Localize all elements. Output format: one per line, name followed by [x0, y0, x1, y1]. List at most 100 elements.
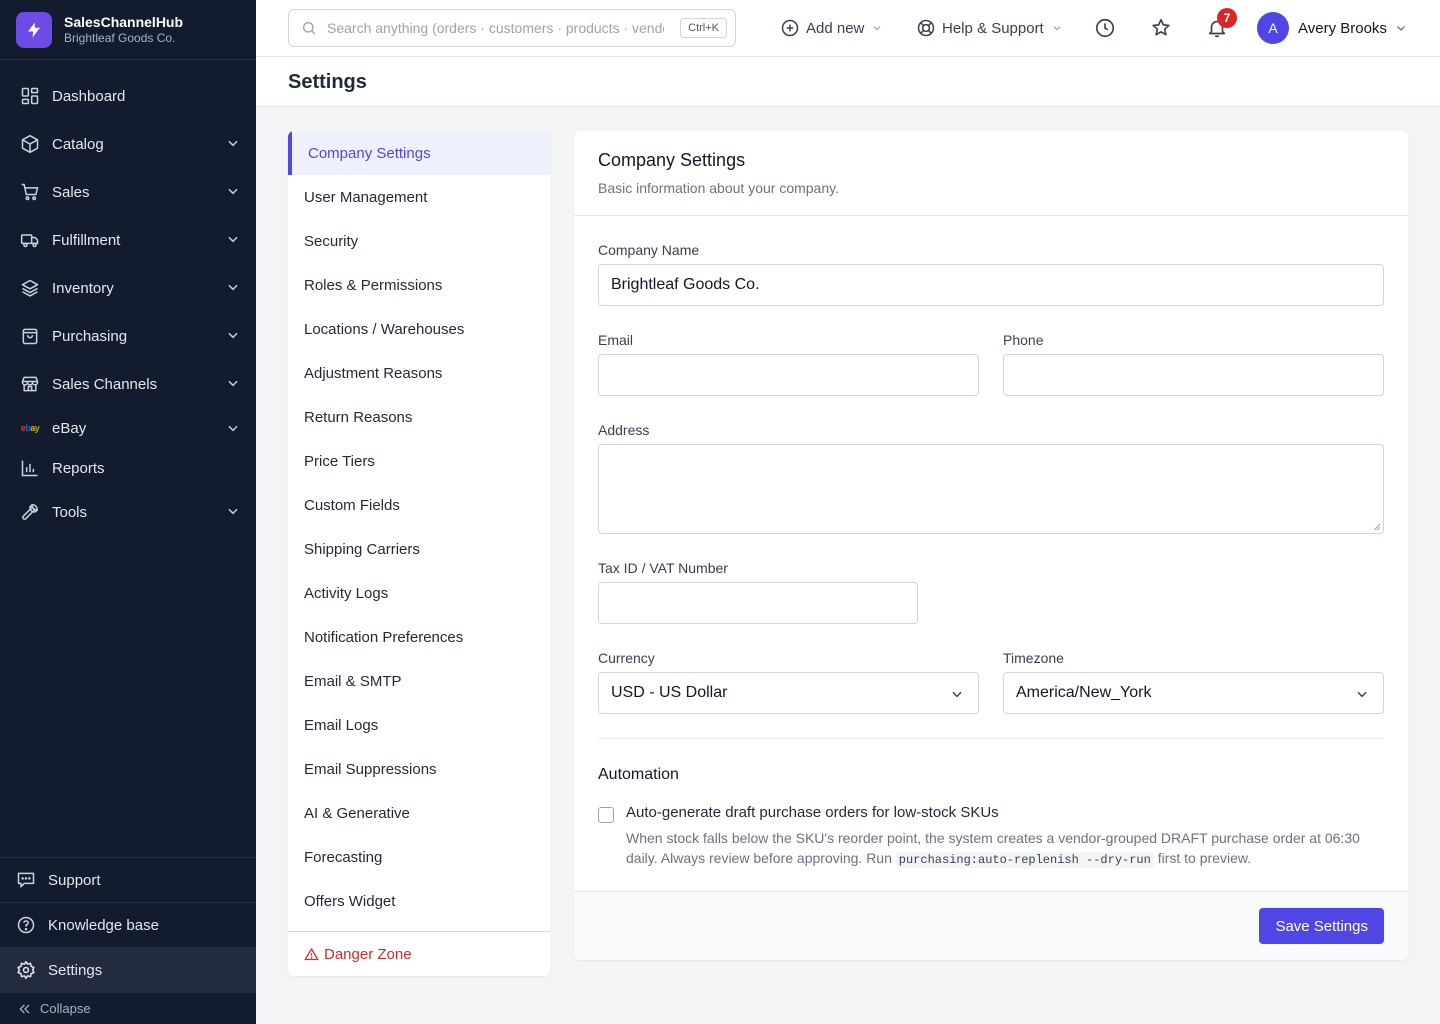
phone-input[interactable] — [1016, 366, 1371, 384]
email-label: Email — [598, 332, 634, 348]
wrench-icon — [20, 502, 40, 522]
avatar: A — [1257, 12, 1289, 44]
settings-nav-user-management[interactable]: User Management — [288, 175, 550, 219]
settings-nav-shipping-carriers[interactable]: Shipping Carriers — [288, 527, 550, 571]
chat-icon — [16, 870, 36, 890]
settings-nav-security[interactable]: Security — [288, 219, 550, 263]
chevron-down-icon — [226, 504, 240, 522]
sidebar-item-reports[interactable]: Reports — [0, 448, 256, 488]
store-icon — [20, 374, 40, 394]
sidebar-item-knowledge-base[interactable]: Knowledge base — [0, 902, 256, 947]
page-header: Settings — [256, 57, 1440, 107]
phone-field[interactable] — [1003, 354, 1384, 396]
automation-title: Automation — [598, 766, 679, 783]
search-box[interactable]: Ctrl+K — [288, 9, 736, 47]
gear-icon — [16, 960, 36, 980]
tax-id-field[interactable] — [598, 582, 918, 624]
sidebar-item-ebay[interactable]: ebay eBay — [0, 408, 256, 448]
bar-chart-icon — [20, 458, 40, 478]
company-name-field[interactable] — [598, 264, 1384, 306]
card-title: Company Settings — [598, 150, 746, 170]
warning-triangle-icon — [304, 947, 319, 962]
sidebar-item-support[interactable]: Support — [0, 857, 256, 902]
chevron-down-icon — [226, 136, 240, 154]
settings-nav-company-settings[interactable]: Company Settings — [288, 131, 550, 175]
settings-nav-email-logs[interactable]: Email Logs — [288, 703, 550, 747]
address-textarea[interactable] — [598, 444, 1384, 534]
help-support-button[interactable]: Help & Support — [916, 16, 1062, 40]
save-settings-button[interactable]: Save Settings — [1259, 908, 1384, 944]
card-description: Basic information about your company. — [598, 180, 839, 196]
brand[interactable]: SalesChannelHub Brightleaf Goods Co. — [0, 0, 256, 60]
company-name-input[interactable] — [611, 276, 1371, 294]
settings-nav-offers-widget[interactable]: Offers Widget — [288, 879, 550, 923]
settings-nav-email-smtp[interactable]: Email & SMTP — [288, 659, 550, 703]
sidebar-item-label: Sales Channels — [52, 375, 158, 393]
settings-nav-danger-zone[interactable]: Danger Zone — [288, 931, 550, 976]
currency-select[interactable]: USD - US Dollar — [598, 672, 979, 714]
settings-nav-locations-warehouses[interactable]: Locations / Warehouses — [288, 307, 550, 351]
dashboard-icon — [20, 86, 40, 106]
settings-nav-email-suppressions[interactable]: Email Suppressions — [288, 747, 550, 791]
sidebar-item-label: Dashboard — [52, 87, 126, 105]
settings-nav-forecasting[interactable]: Forecasting — [288, 835, 550, 879]
search-input[interactable] — [327, 20, 665, 36]
sidebar-item-label: Tools — [52, 503, 88, 521]
cart-icon — [20, 182, 40, 202]
resize-handle-icon[interactable] — [1373, 523, 1381, 531]
card-header: Company Settings Basic information about… — [574, 131, 1408, 216]
sidebar: SalesChannelHub Brightleaf Goods Co. Das… — [0, 0, 256, 1024]
company-name-label: Company Name — [598, 242, 700, 258]
sidebar-item-catalog[interactable]: Catalog — [0, 120, 256, 168]
settings-nav-return-reasons[interactable]: Return Reasons — [288, 395, 550, 439]
user-name: Avery Brooks — [1298, 19, 1387, 37]
sidebar-item-label: Settings — [48, 961, 103, 979]
sidebar-item-label: Knowledge base — [48, 916, 159, 934]
sidebar-item-settings[interactable]: Settings — [0, 947, 256, 992]
email-field[interactable] — [598, 354, 979, 396]
sidebar-item-label: Catalog — [52, 135, 104, 153]
lifebuoy-icon — [916, 18, 936, 38]
danger-zone-label: Danger Zone — [324, 945, 412, 963]
chevron-down-icon — [1052, 23, 1062, 33]
user-menu[interactable]: A Avery Brooks — [1257, 12, 1407, 44]
settings-nav-ai-generative[interactable]: AI & Generative — [288, 791, 550, 835]
settings-nav-adjustment-reasons[interactable]: Adjustment Reasons — [288, 351, 550, 395]
chevron-down-icon — [226, 376, 240, 394]
sidebar-bottom: Support Knowledge base Settings Collapse — [0, 857, 256, 1024]
chevrons-left-icon — [18, 1002, 32, 1016]
page-title: Settings — [288, 71, 367, 93]
tax-id-label: Tax ID / VAT Number — [598, 560, 728, 576]
add-new-button[interactable]: Add new — [780, 16, 882, 40]
settings-nav-activity-logs[interactable]: Activity Logs — [288, 571, 550, 615]
chevron-down-icon — [872, 23, 882, 33]
timezone-select[interactable]: America/New_York — [1003, 672, 1384, 714]
settings-nav-notification-preferences[interactable]: Notification Preferences — [288, 615, 550, 659]
clock-icon — [1094, 17, 1116, 39]
auto-po-command: purchasing:auto-replenish --dry-run — [895, 852, 1154, 868]
auto-po-checkbox[interactable] — [598, 807, 614, 823]
favorites-button[interactable] — [1149, 16, 1173, 40]
settings-nav-roles-permissions[interactable]: Roles & Permissions — [288, 263, 550, 307]
notifications-button[interactable]: 7 — [1205, 8, 1237, 40]
sidebar-item-tools[interactable]: Tools — [0, 488, 256, 536]
currency-label: Currency — [598, 650, 655, 666]
sidebar-item-fulfillment[interactable]: Fulfillment — [0, 216, 256, 264]
recent-history-button[interactable] — [1093, 16, 1117, 40]
settings-nav-price-tiers[interactable]: Price Tiers — [288, 439, 550, 483]
layers-icon — [20, 278, 40, 298]
collapse-button[interactable]: Collapse — [0, 992, 256, 1024]
sidebar-item-purchasing[interactable]: Purchasing — [0, 312, 256, 360]
section-divider — [598, 738, 1384, 739]
auto-po-label[interactable]: Auto-generate draft purchase orders for … — [626, 804, 999, 821]
chevron-down-icon — [226, 421, 240, 439]
sidebar-item-inventory[interactable]: Inventory — [0, 264, 256, 312]
sidebar-item-sales-channels[interactable]: Sales Channels — [0, 360, 256, 408]
settings-nav-custom-fields[interactable]: Custom Fields — [288, 483, 550, 527]
tax-id-input[interactable] — [611, 594, 905, 612]
app-name: SalesChannelHub — [64, 14, 184, 30]
sidebar-item-dashboard[interactable]: Dashboard — [0, 72, 256, 120]
plus-circle-icon — [780, 18, 800, 38]
email-input[interactable] — [611, 366, 966, 384]
sidebar-item-sales[interactable]: Sales — [0, 168, 256, 216]
